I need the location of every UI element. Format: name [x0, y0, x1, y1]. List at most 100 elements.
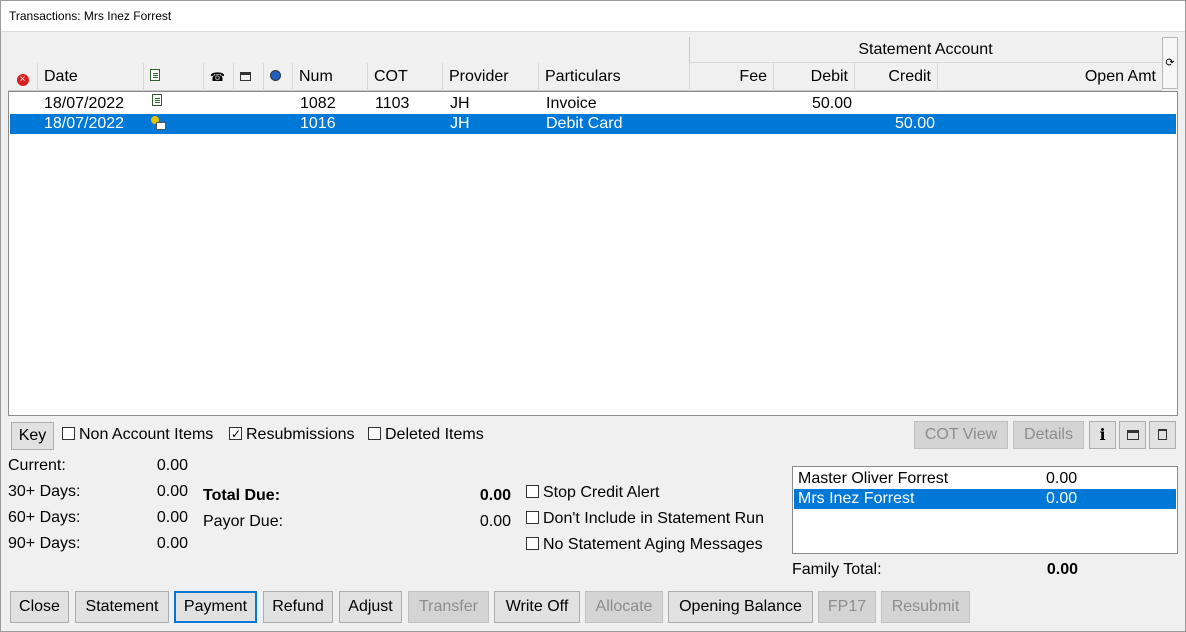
resubmit-button[interactable]: Resubmit: [881, 591, 970, 623]
deleted-column-header[interactable]: ×: [8, 63, 38, 91]
credit-cell: [858, 94, 935, 114]
checkbox-icon: [368, 427, 381, 440]
checkbox-checked-icon: [229, 424, 242, 444]
num-column-header[interactable]: Num: [293, 63, 368, 91]
deleted-icon: ×: [16, 74, 29, 86]
transactions-header: Statement Account × Date ☎ Num COT Provi…: [8, 37, 1178, 92]
payor-due-label: Payor Due:: [203, 513, 284, 530]
email-column-header[interactable]: [264, 63, 293, 91]
payment-button[interactable]: Payment: [174, 591, 257, 623]
checkbox-icon: [526, 485, 539, 498]
checkbox-icon: [526, 511, 539, 524]
30-days-label: 30+ Days:: [8, 483, 81, 500]
credit-cell: 50.00: [894, 115, 935, 132]
info-icon: i: [1099, 425, 1106, 444]
total-due-label: Total Due:: [203, 487, 281, 504]
cot-column-header[interactable]: COT: [368, 63, 443, 91]
table-row[interactable]: 18/07/2022 1082 1103 JH Invoice 50.00: [10, 94, 1176, 114]
document-column-header[interactable]: [144, 63, 204, 91]
member-name: Master Oliver Forrest: [798, 470, 949, 487]
transfer-button[interactable]: Transfer: [408, 591, 489, 623]
num-cell: 1016: [300, 115, 336, 132]
close-button[interactable]: Close: [10, 591, 69, 623]
table-row-selected[interactable]: 18/07/2022 1016 JH Debit Card 50.00: [10, 114, 1176, 134]
num-cell: 1082: [300, 95, 336, 112]
transactions-list[interactable]: 18/07/2022 1082 1103 JH Invoice 50.00 18…: [8, 91, 1178, 416]
printer-icon: [240, 72, 251, 81]
dont-include-label: Don't Include in Statement Run: [543, 510, 764, 527]
member-name: Mrs Inez Forrest: [798, 490, 915, 507]
key-button[interactable]: Key: [11, 422, 54, 450]
particulars-cell: Invoice: [546, 95, 597, 112]
allocate-button[interactable]: Allocate: [585, 591, 663, 623]
statement-account-group-header: Statement Account: [689, 37, 1161, 63]
family-members-list[interactable]: Master Oliver Forrest 0.00 Mrs Inez Forr…: [792, 466, 1178, 554]
total-due-value: 0.00: [479, 487, 511, 504]
30-days-value: 0.00: [156, 483, 188, 500]
no-aging-label: No Statement Aging Messages: [543, 536, 763, 553]
date-cell: 18/07/2022: [44, 115, 125, 132]
write-off-button[interactable]: Write Off: [494, 591, 580, 623]
particulars-column-header[interactable]: Particulars: [539, 63, 690, 91]
open-amt-column-header[interactable]: Open Amt: [938, 63, 1162, 91]
fee-column-header[interactable]: Fee: [690, 63, 774, 91]
dont-include-statement-run-checkbox[interactable]: Don't Include in Statement Run: [526, 509, 764, 529]
statement-button[interactable]: Statement: [75, 591, 169, 623]
deleted-items-checkbox[interactable]: Deleted Items: [368, 425, 484, 445]
provider-column-header[interactable]: Provider: [443, 63, 539, 91]
checkbox-icon: [526, 537, 539, 550]
90-days-label: 90+ Days:: [8, 535, 81, 552]
60-days-value: 0.00: [156, 509, 188, 526]
trash-icon: [1158, 429, 1167, 440]
list-item[interactable]: Master Oliver Forrest 0.00: [794, 469, 1176, 489]
invoice-icon: [152, 92, 162, 112]
no-statement-aging-checkbox[interactable]: No Statement Aging Messages: [526, 535, 763, 555]
credit-column-header[interactable]: Credit: [855, 63, 938, 91]
provider-cell: JH: [450, 95, 470, 112]
column-headers: × Date ☎ Num COT Provider Particulars Fe…: [8, 63, 1162, 91]
document-icon: [150, 69, 160, 81]
60-days-label: 60+ Days:: [8, 509, 81, 526]
deleted-items-label: Deleted Items: [385, 426, 484, 443]
checkbox-icon: [62, 427, 75, 440]
debit-cell: 50.00: [811, 95, 852, 112]
debit-column-header[interactable]: Debit: [774, 63, 855, 91]
family-total-value: 0.00: [1046, 561, 1078, 578]
non-account-items-label: Non Account Items: [79, 426, 214, 443]
adjust-button[interactable]: Adjust: [339, 591, 402, 623]
debit-cell: [777, 114, 852, 134]
date-cell: 18/07/2022: [44, 95, 125, 112]
refund-button[interactable]: Refund: [263, 591, 333, 623]
details-button[interactable]: Details: [1013, 421, 1084, 449]
current-value: 0.00: [156, 457, 188, 474]
phone-icon: ☎: [210, 70, 225, 84]
printer-icon: [1126, 430, 1139, 440]
printer-column-header[interactable]: [234, 63, 264, 91]
resubmissions-label: Resubmissions: [246, 426, 355, 443]
info-button[interactable]: i: [1089, 421, 1116, 449]
cot-view-button[interactable]: COT View: [914, 421, 1008, 449]
non-account-items-checkbox[interactable]: Non Account Items: [62, 425, 213, 445]
current-label: Current:: [8, 457, 66, 474]
family-total-label: Family Total:: [792, 561, 882, 578]
phone-column-header[interactable]: ☎: [204, 63, 234, 91]
90-days-value: 0.00: [156, 535, 188, 552]
email-icon: [270, 70, 281, 81]
list-item-selected[interactable]: Mrs Inez Forrest 0.00: [794, 489, 1176, 509]
fp17-button[interactable]: FP17: [818, 591, 876, 623]
stop-credit-alert-checkbox[interactable]: Stop Credit Alert: [526, 483, 660, 503]
date-column-header[interactable]: Date: [38, 63, 144, 91]
window-title: Transactions: Mrs Inez Forrest: [0, 0, 1186, 32]
provider-cell: JH: [450, 115, 470, 132]
member-amount: 0.00: [1046, 470, 1078, 487]
resubmissions-checkbox[interactable]: Resubmissions: [229, 424, 355, 445]
print-button[interactable]: [1119, 421, 1146, 449]
payor-due-value: 0.00: [479, 513, 511, 530]
opening-balance-button[interactable]: Opening Balance: [668, 591, 813, 623]
delete-button[interactable]: [1149, 421, 1176, 449]
cot-cell: 1103: [375, 95, 410, 112]
payment-icon: [150, 116, 166, 136]
member-amount: 0.00: [1046, 490, 1078, 507]
refresh-button[interactable]: ⟳: [1162, 37, 1178, 89]
particulars-cell: Debit Card: [546, 115, 623, 132]
